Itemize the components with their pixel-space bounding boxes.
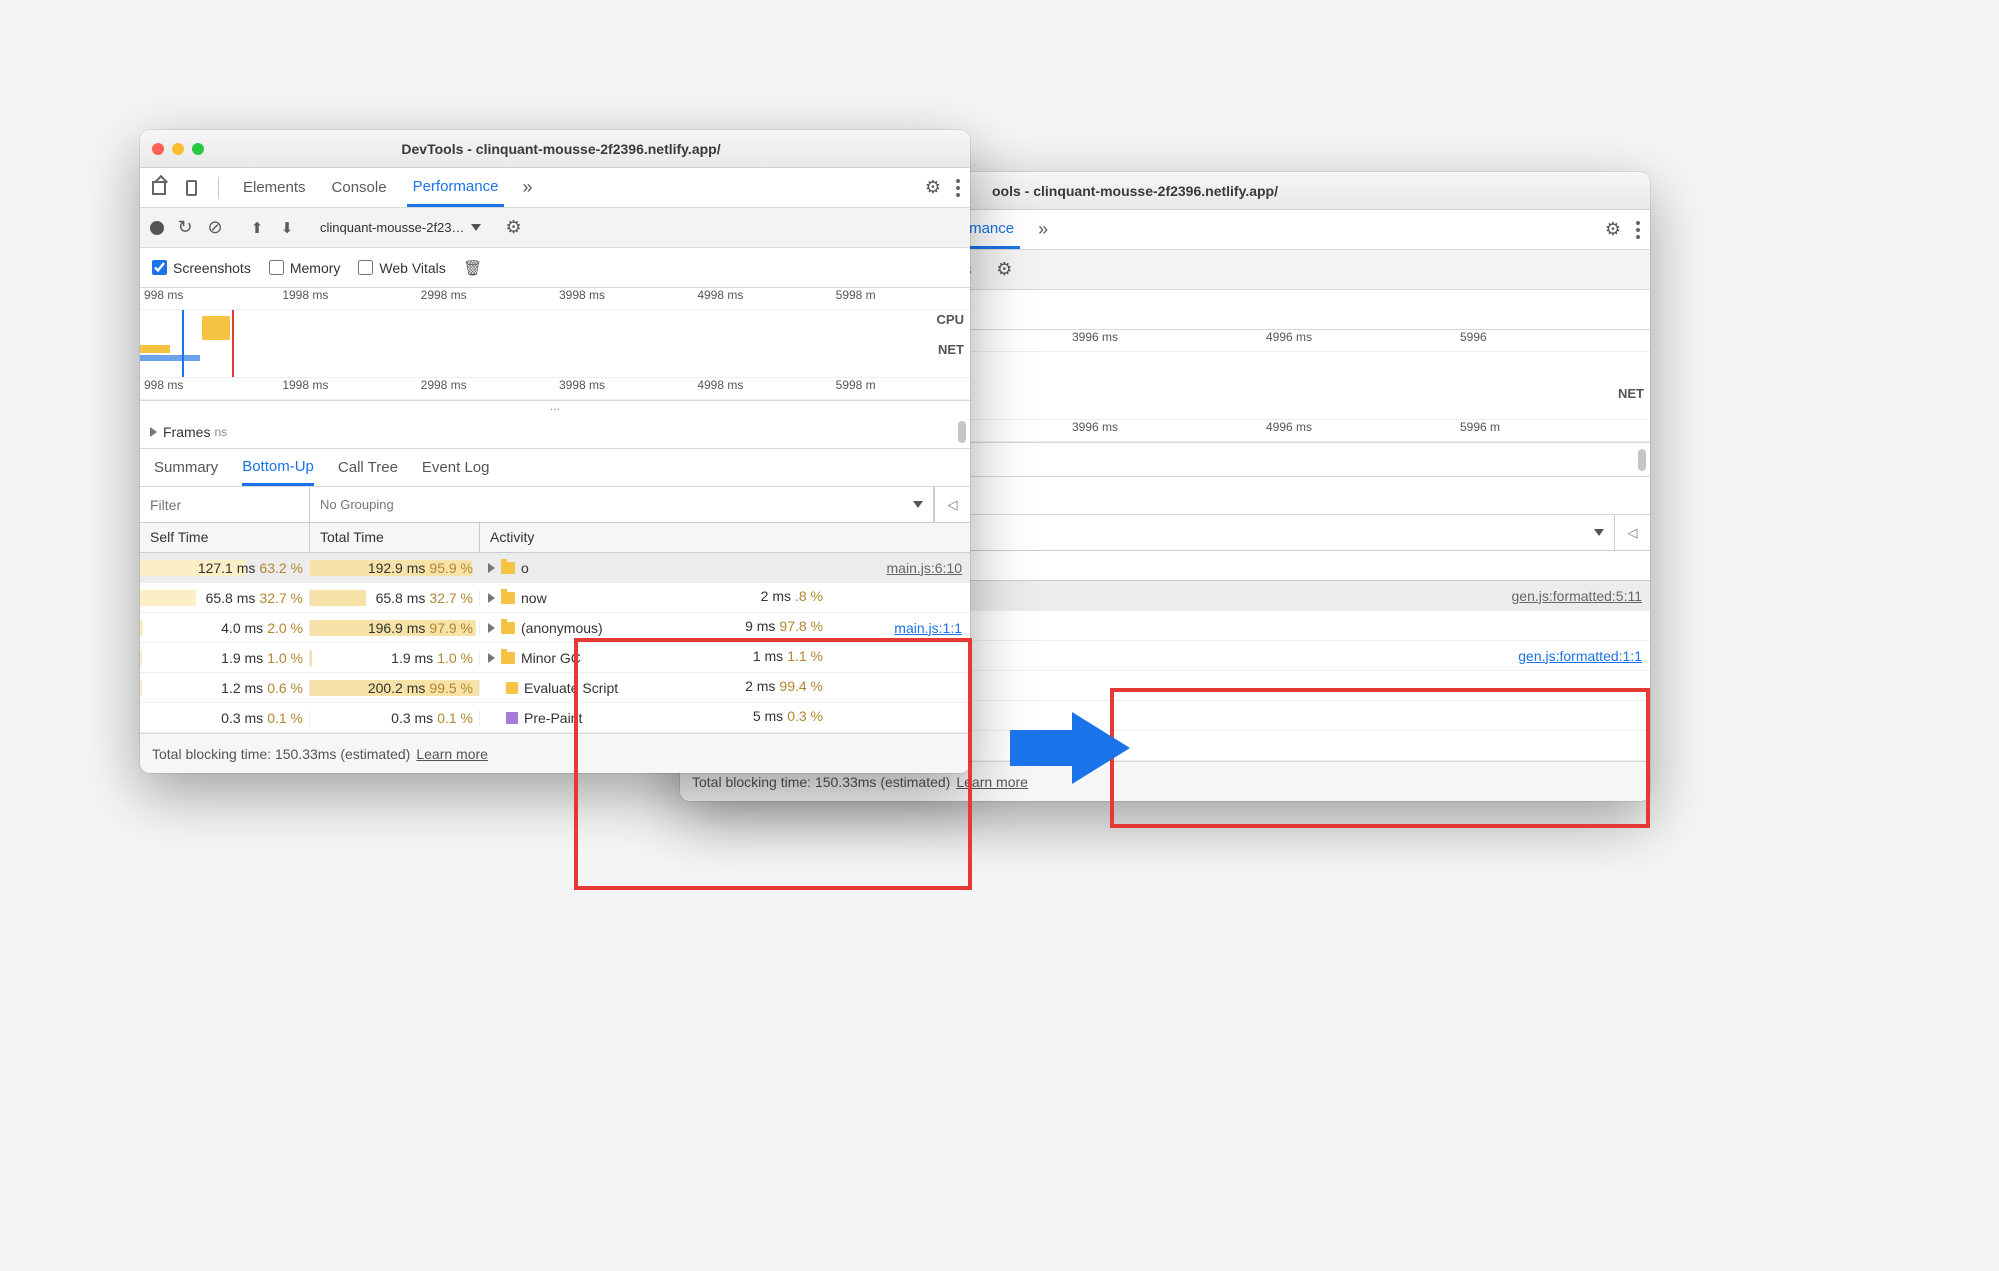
chevron-right-icon[interactable] xyxy=(488,623,495,633)
gear-icon[interactable] xyxy=(995,261,1013,279)
trash-icon[interactable] xyxy=(464,259,482,277)
download-icon[interactable] xyxy=(278,219,296,237)
tab-elements[interactable]: Elements xyxy=(237,168,312,207)
close-icon[interactable] xyxy=(152,143,164,155)
table-row[interactable]: 65.8 ms32.7 % 65.8 ms32.7 % now xyxy=(140,583,970,613)
ruler-bottom: 998 ms 1998 ms 2998 ms 3998 ms 4998 ms 5… xyxy=(140,378,970,400)
chevron-right-icon[interactable] xyxy=(488,653,495,663)
header-selftime[interactable]: Self Time xyxy=(140,523,310,552)
folder-icon xyxy=(501,592,515,604)
column-headers: Self Time Total Time Activity xyxy=(140,523,970,553)
gear-icon[interactable] xyxy=(505,219,523,237)
folder-icon xyxy=(501,562,515,574)
scrollbar-thumb[interactable] xyxy=(958,421,966,443)
script-icon xyxy=(506,682,518,694)
subtab-calltree[interactable]: Call Tree xyxy=(338,449,398,486)
activity-label: Pre-Paint xyxy=(524,710,582,726)
target-select[interactable]: clinquant-mousse-2f23… xyxy=(320,220,481,235)
more-tabs-icon[interactable] xyxy=(518,179,536,197)
titlebar[interactable]: DevTools - clinquant-mousse-2f2396.netli… xyxy=(140,130,970,168)
device-toggle-icon[interactable] xyxy=(182,179,200,197)
expand-panel-icon[interactable]: ◁ xyxy=(1614,515,1650,550)
folder-icon xyxy=(501,652,515,664)
subtab-bottomup[interactable]: Bottom-Up xyxy=(242,449,314,486)
traffic-lights[interactable] xyxy=(152,143,204,155)
source-link[interactable]: main.js:1:1 xyxy=(894,620,962,636)
paint-icon xyxy=(506,712,518,724)
inspect-icon[interactable] xyxy=(150,179,168,197)
minimize-icon[interactable] xyxy=(172,143,184,155)
folder-icon xyxy=(501,622,515,634)
source-link[interactable]: gen.js:formatted:5:11 xyxy=(1512,588,1642,604)
options-row: Screenshots Memory Web Vitals xyxy=(140,248,970,288)
main-toolbar: Elements Console Performance xyxy=(140,168,970,208)
filter-row: No Grouping ◁ xyxy=(140,487,970,523)
ruler-top: 998 ms 1998 ms 2998 ms 3998 ms 4998 ms 5… xyxy=(140,288,970,310)
memory-checkbox[interactable]: Memory xyxy=(269,260,341,276)
grouping-select[interactable]: No Grouping xyxy=(310,487,934,522)
table-row[interactable]: 127.1 ms63.2 % 192.9 ms95.9 % o main.js:… xyxy=(140,553,970,583)
window-title: DevTools - clinquant-mousse-2f2396.netli… xyxy=(224,141,958,157)
tab-console[interactable]: Console xyxy=(326,168,393,207)
activity-label: Minor GC xyxy=(521,650,581,666)
record-icon[interactable] xyxy=(150,221,164,235)
header-activity[interactable]: Activity xyxy=(480,523,970,552)
chevron-right-icon xyxy=(150,427,157,437)
gear-icon[interactable] xyxy=(924,179,942,197)
detail-rows: 127.1 ms63.2 % 192.9 ms95.9 % o main.js:… xyxy=(140,553,970,733)
source-link[interactable]: main.js:6:10 xyxy=(887,560,962,576)
timeline-overview[interactable]: 998 ms 1998 ms 2998 ms 3998 ms 4998 ms 5… xyxy=(140,288,970,401)
table-row[interactable]: 4.0 ms2.0 % 196.9 ms97.9 % (anonymous) m… xyxy=(140,613,970,643)
perf-toolbar: clinquant-mousse-2f23… xyxy=(140,208,970,248)
reload-icon[interactable] xyxy=(176,219,194,237)
table-row[interactable]: 1.2 ms0.6 % 200.2 ms99.5 % Evaluate Scri… xyxy=(140,673,970,703)
source-link[interactable]: gen.js:formatted:1:1 xyxy=(1518,648,1642,664)
upload-icon[interactable] xyxy=(248,219,266,237)
scrollbar-thumb[interactable] xyxy=(1638,449,1646,471)
maximize-icon[interactable] xyxy=(192,143,204,155)
devtools-window-front: DevTools - clinquant-mousse-2f2396.netli… xyxy=(140,130,970,773)
clear-icon[interactable] xyxy=(206,219,224,237)
screenshots-checkbox[interactable]: Screenshots xyxy=(152,260,251,276)
gear-icon[interactable] xyxy=(1604,221,1622,239)
activity-label: (anonymous) xyxy=(521,620,603,636)
chevron-down-icon xyxy=(913,501,923,508)
ellipsis: … xyxy=(140,401,970,415)
chevron-down-icon xyxy=(471,224,481,231)
webvitals-checkbox[interactable]: Web Vitals xyxy=(358,260,445,276)
activity-label: o xyxy=(521,560,529,576)
filter-input[interactable] xyxy=(140,487,310,522)
chevron-right-icon[interactable] xyxy=(488,563,495,573)
kebab-icon[interactable] xyxy=(1636,221,1640,239)
chevron-down-icon xyxy=(1594,529,1604,536)
tab-performance[interactable]: Performance xyxy=(407,168,505,207)
activity-label: Evaluate Script xyxy=(524,680,618,696)
header-totaltime[interactable]: Total Time xyxy=(310,523,480,552)
activity-label: now xyxy=(521,590,547,606)
more-tabs-icon[interactable] xyxy=(1034,221,1052,239)
learn-more-link[interactable]: Learn more xyxy=(416,746,488,762)
table-row[interactable]: 1.9 ms1.0 % 1.9 ms1.0 % Minor GC xyxy=(140,643,970,673)
table-row[interactable]: 0.3 ms0.1 % 0.3 ms0.1 % Pre-Paint xyxy=(140,703,970,733)
frames-row[interactable]: Frames ns xyxy=(140,415,970,449)
detail-subtabs: Summary Bottom-Up Call Tree Event Log xyxy=(140,449,970,487)
subtab-eventlog[interactable]: Event Log xyxy=(422,449,490,486)
chevron-right-icon[interactable] xyxy=(488,593,495,603)
footer: Total blocking time: 150.33ms (estimated… xyxy=(140,733,970,773)
subtab-summary[interactable]: Summary xyxy=(154,449,218,486)
expand-panel-icon[interactable]: ◁ xyxy=(934,487,970,522)
kebab-icon[interactable] xyxy=(956,179,960,197)
arrow-icon xyxy=(1072,712,1130,784)
learn-more-link[interactable]: Learn more xyxy=(956,774,1028,790)
